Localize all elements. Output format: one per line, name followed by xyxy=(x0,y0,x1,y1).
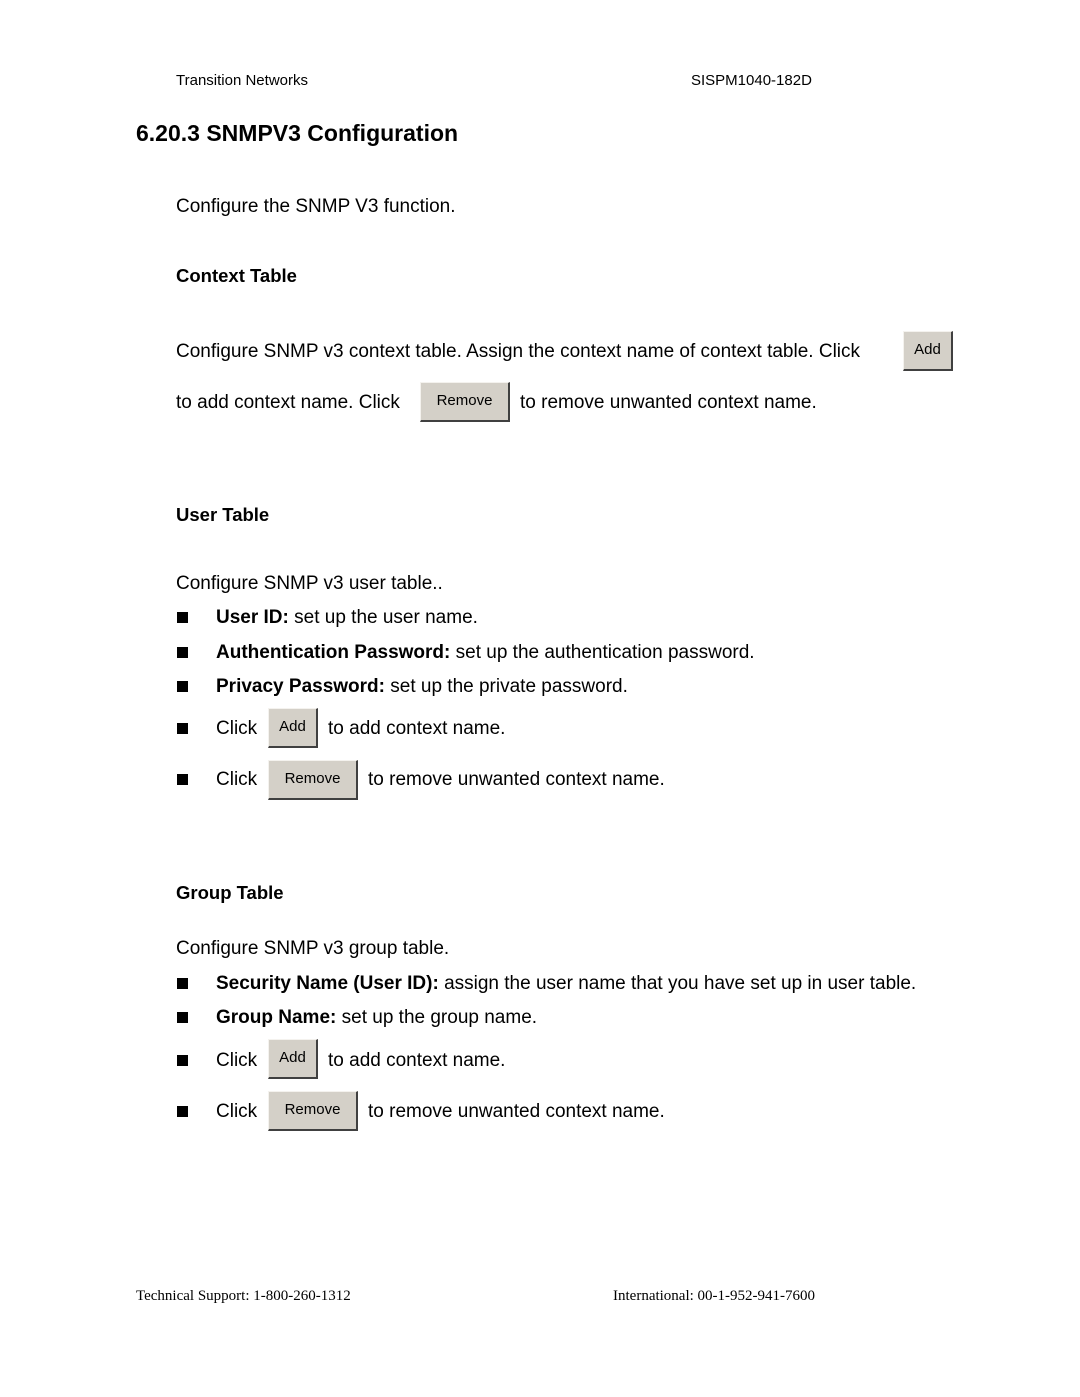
context-add-button[interactable]: Add xyxy=(903,331,953,371)
click-label: Click xyxy=(216,769,258,790)
click-label: Click xyxy=(216,1101,258,1122)
item-desc: set up the user name. xyxy=(288,607,478,628)
context-table-line1: Configure SNMP v3 context table. Assign … xyxy=(176,341,861,362)
item-term: Group Name: xyxy=(216,1007,337,1028)
square-bullet-icon xyxy=(177,978,188,989)
remove-desc: to remove unwanted context name. xyxy=(368,1101,665,1122)
header-company: Transition Networks xyxy=(176,72,308,89)
square-bullet-icon xyxy=(177,723,188,734)
user-table-heading: User Table xyxy=(176,504,270,525)
item-term: User ID: xyxy=(216,607,289,628)
footer-international: International: 00-1-952-941-7600 xyxy=(613,1288,816,1304)
item-desc: assign the user name that you have set u… xyxy=(438,973,917,994)
context-table-heading: Context Table xyxy=(176,265,297,286)
click-label: Click xyxy=(216,1050,258,1071)
square-bullet-icon xyxy=(177,1012,188,1023)
square-bullet-icon xyxy=(177,647,188,658)
item-term: Security Name (User ID): xyxy=(216,973,439,994)
section-title: 6.20.3 SNMPV3 Configuration xyxy=(136,120,459,146)
footer-support: Technical Support: 1-800-260-1312 xyxy=(136,1288,351,1304)
item-desc: set up the authentication password. xyxy=(450,642,755,663)
item-desc: set up the private password. xyxy=(384,676,628,697)
context-remove-button[interactable]: Remove xyxy=(420,382,510,422)
square-bullet-icon xyxy=(177,681,188,692)
context-table-line2-pre: to add context name. Click xyxy=(176,392,400,413)
group-remove-button[interactable]: Remove xyxy=(268,1091,358,1131)
click-label: Click xyxy=(216,718,258,739)
square-bullet-icon xyxy=(177,612,188,623)
add-desc: to add context name. xyxy=(328,718,506,739)
section-intro: Configure the SNMP V3 function. xyxy=(176,196,456,217)
context-table-line2-post: to remove unwanted context name. xyxy=(520,392,817,413)
group-table-heading: Group Table xyxy=(176,882,284,903)
header-doc-id: SISPM1040-182D xyxy=(691,72,812,89)
group-add-button[interactable]: Add xyxy=(268,1039,318,1079)
user-table-intro: Configure SNMP v3 user table.. xyxy=(176,573,443,594)
item-term: Authentication Password: xyxy=(216,642,451,663)
user-remove-button[interactable]: Remove xyxy=(268,760,358,800)
group-table-intro: Configure SNMP v3 group table. xyxy=(176,938,450,959)
item-term: Privacy Password: xyxy=(216,676,385,697)
square-bullet-icon xyxy=(177,1106,188,1117)
item-desc: set up the group name. xyxy=(336,1007,538,1028)
user-add-button[interactable]: Add xyxy=(268,708,318,748)
remove-desc: to remove unwanted context name. xyxy=(368,769,665,790)
square-bullet-icon xyxy=(177,1055,188,1066)
add-desc: to add context name. xyxy=(328,1050,506,1071)
square-bullet-icon xyxy=(177,774,188,785)
